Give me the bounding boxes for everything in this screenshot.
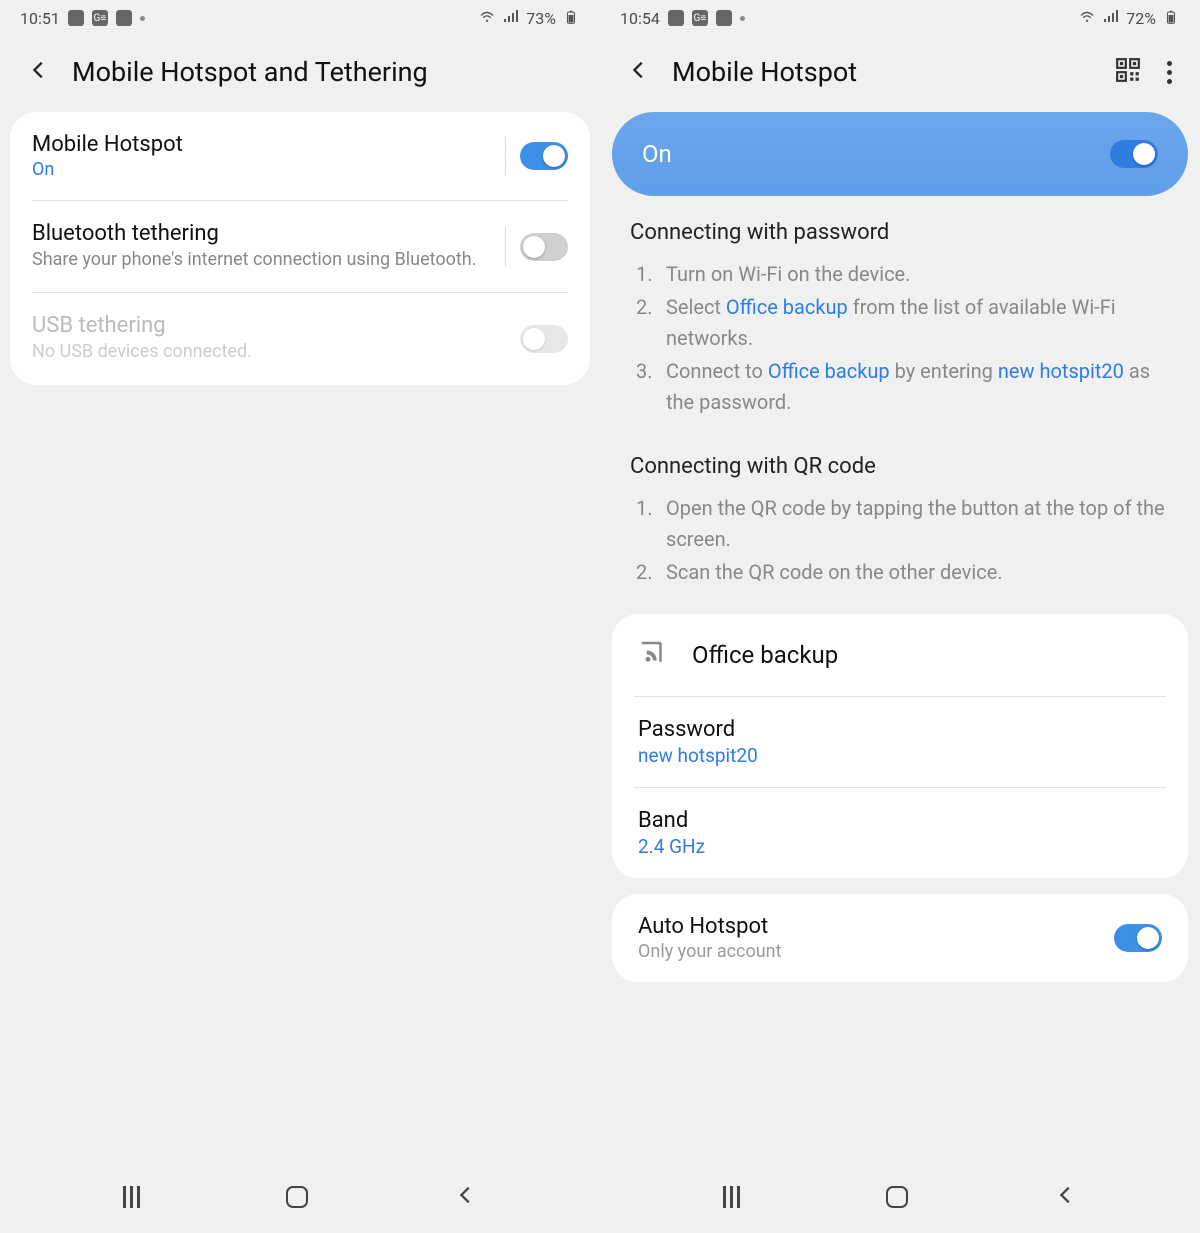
nav-back[interactable]	[1055, 1184, 1077, 1210]
screen-hotspot-detail: 10:54 G≡ 72% Mobile Hotspot	[600, 0, 1200, 1233]
row-title: USB tethering	[32, 313, 520, 338]
status-time: 10:51	[20, 9, 60, 28]
banner-label: On	[642, 140, 672, 168]
toggle-auto-hotspot[interactable]	[1114, 924, 1162, 952]
back-button[interactable]	[28, 59, 50, 85]
separator	[505, 136, 506, 176]
news-icon: G≡	[692, 10, 708, 26]
nav-home[interactable]	[886, 1186, 908, 1208]
news-icon: G≡	[92, 10, 108, 26]
more-notif-icon	[140, 16, 145, 21]
auto-hotspot-sub: Only your account	[638, 941, 781, 962]
wifi-icon	[478, 9, 496, 28]
instruction-step: Open the QR code by tapping the button a…	[630, 493, 1170, 555]
config-value: new hotspit20	[638, 744, 1162, 767]
nav-recents[interactable]	[123, 1186, 140, 1208]
toggle-hotspot-master[interactable]	[1110, 140, 1158, 168]
section-heading-password: Connecting with password	[600, 196, 1200, 253]
network-name: Office backup	[692, 641, 838, 669]
status-time: 10:54	[620, 9, 660, 28]
toggle-mobile-hotspot[interactable]	[520, 142, 568, 170]
auto-hotspot-title: Auto Hotspot	[638, 914, 781, 939]
row-subtitle: On	[32, 159, 505, 180]
row-auto-hotspot[interactable]: Auto Hotspot Only your account	[612, 894, 1188, 982]
status-bar: 10:51 G≡ 73%	[0, 0, 600, 36]
instruction-step: Connect to Office backup by entering new…	[630, 356, 1170, 418]
section-heading-qr: Connecting with QR code	[600, 430, 1200, 487]
battery-percent: 73%	[526, 9, 556, 28]
nav-home[interactable]	[286, 1186, 308, 1208]
master-toggle-banner[interactable]: On	[612, 112, 1188, 196]
screen-tethering: 10:51 G≡ 73% Mobile Hotspot and Tetherin…	[0, 0, 600, 1233]
instructions-password: Turn on Wi-Fi on the device. Select Offi…	[600, 253, 1200, 430]
instruction-step: Turn on Wi-Fi on the device.	[630, 259, 1170, 290]
config-label: Password	[638, 717, 1162, 742]
instructions-qr: Open the QR code by tapping the button a…	[600, 487, 1200, 600]
tile-icon	[716, 10, 732, 26]
nav-recents[interactable]	[723, 1186, 740, 1208]
more-options-button[interactable]	[1167, 61, 1172, 84]
signal-icon	[502, 9, 520, 28]
battery-percent: 72%	[1126, 9, 1156, 28]
row-band[interactable]: Band 2.4 GHz	[612, 788, 1188, 878]
hotspot-icon	[638, 638, 668, 672]
back-button[interactable]	[628, 59, 650, 85]
tile-icon	[116, 10, 132, 26]
hotspot-config-card: Office backup Password new hotspit20 Ban…	[612, 614, 1188, 878]
more-notif-icon	[740, 16, 745, 21]
qr-code-button[interactable]	[1115, 57, 1141, 87]
toggle-usb-tethering	[520, 325, 568, 353]
instruction-step: Scan the QR code on the other device.	[630, 557, 1170, 588]
nav-bar	[600, 1161, 1200, 1233]
row-title: Bluetooth tethering	[32, 221, 505, 246]
config-value: 2.4 GHz	[638, 835, 1162, 858]
row-subtitle: Share your phone's internet connection u…	[32, 248, 505, 272]
battery-icon	[1162, 9, 1180, 28]
wifi-icon	[1078, 9, 1096, 28]
row-usb-tethering: USB tethering No USB devices connected.	[10, 293, 590, 384]
nav-bar	[0, 1161, 600, 1233]
battery-icon	[562, 9, 580, 28]
row-mobile-hotspot[interactable]: Mobile Hotspot On	[10, 112, 590, 200]
picture-icon	[68, 10, 84, 26]
page-title: Mobile Hotspot	[672, 56, 857, 88]
instruction-step: Select Office backup from the list of av…	[630, 292, 1170, 354]
settings-card: Mobile Hotspot On Bluetooth tethering Sh…	[10, 112, 590, 385]
picture-icon	[668, 10, 684, 26]
nav-back[interactable]	[455, 1184, 477, 1210]
row-bluetooth-tethering[interactable]: Bluetooth tethering Share your phone's i…	[10, 201, 590, 292]
toggle-bluetooth-tethering[interactable]	[520, 233, 568, 261]
row-password[interactable]: Password new hotspit20	[612, 697, 1188, 787]
config-label: Band	[638, 808, 1162, 833]
header: Mobile Hotspot	[600, 36, 1200, 112]
row-subtitle: No USB devices connected.	[32, 340, 520, 364]
page-title: Mobile Hotspot and Tethering	[72, 56, 428, 88]
header: Mobile Hotspot and Tethering	[0, 36, 600, 112]
status-bar: 10:54 G≡ 72%	[600, 0, 1200, 36]
row-title: Mobile Hotspot	[32, 132, 505, 157]
row-network-name[interactable]: Office backup	[612, 614, 1188, 696]
signal-icon	[1102, 9, 1120, 28]
separator	[505, 227, 506, 267]
